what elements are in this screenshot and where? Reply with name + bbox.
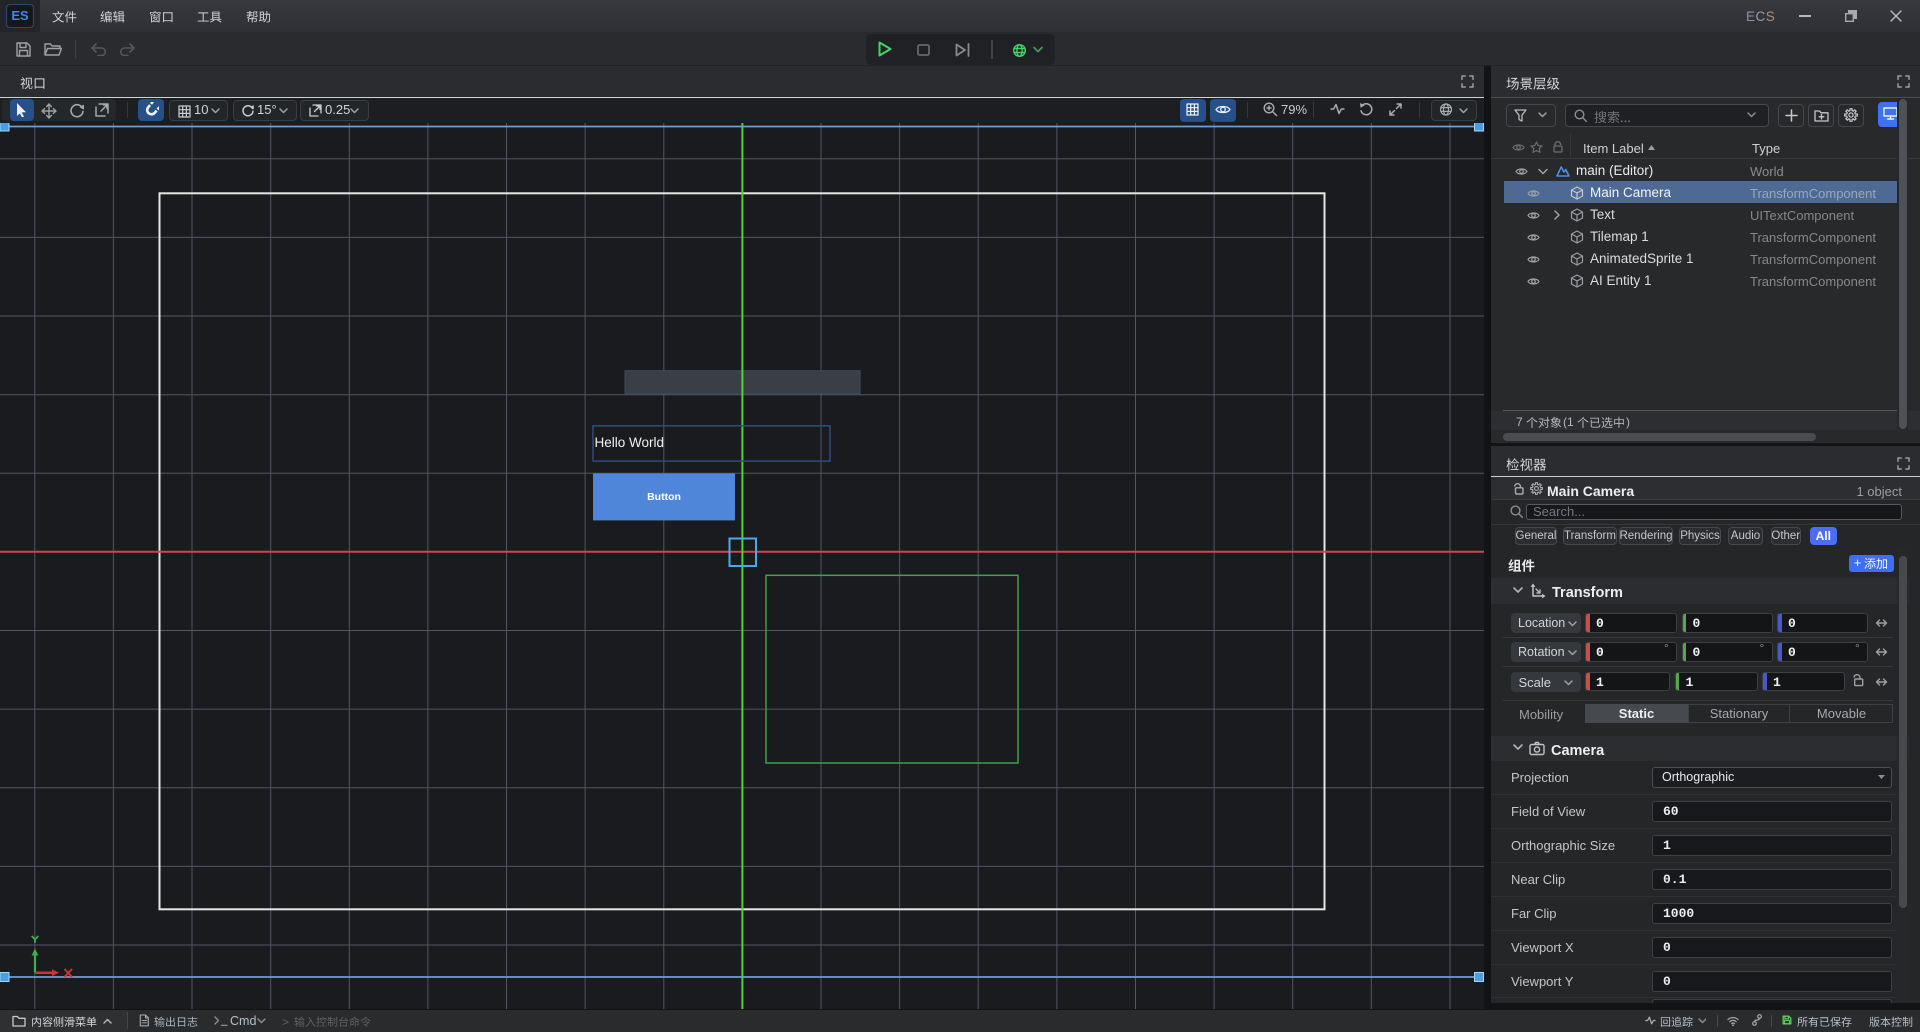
svg-text:Button: Button (647, 491, 681, 503)
svg-text:Hello World: Hello World (595, 435, 665, 450)
